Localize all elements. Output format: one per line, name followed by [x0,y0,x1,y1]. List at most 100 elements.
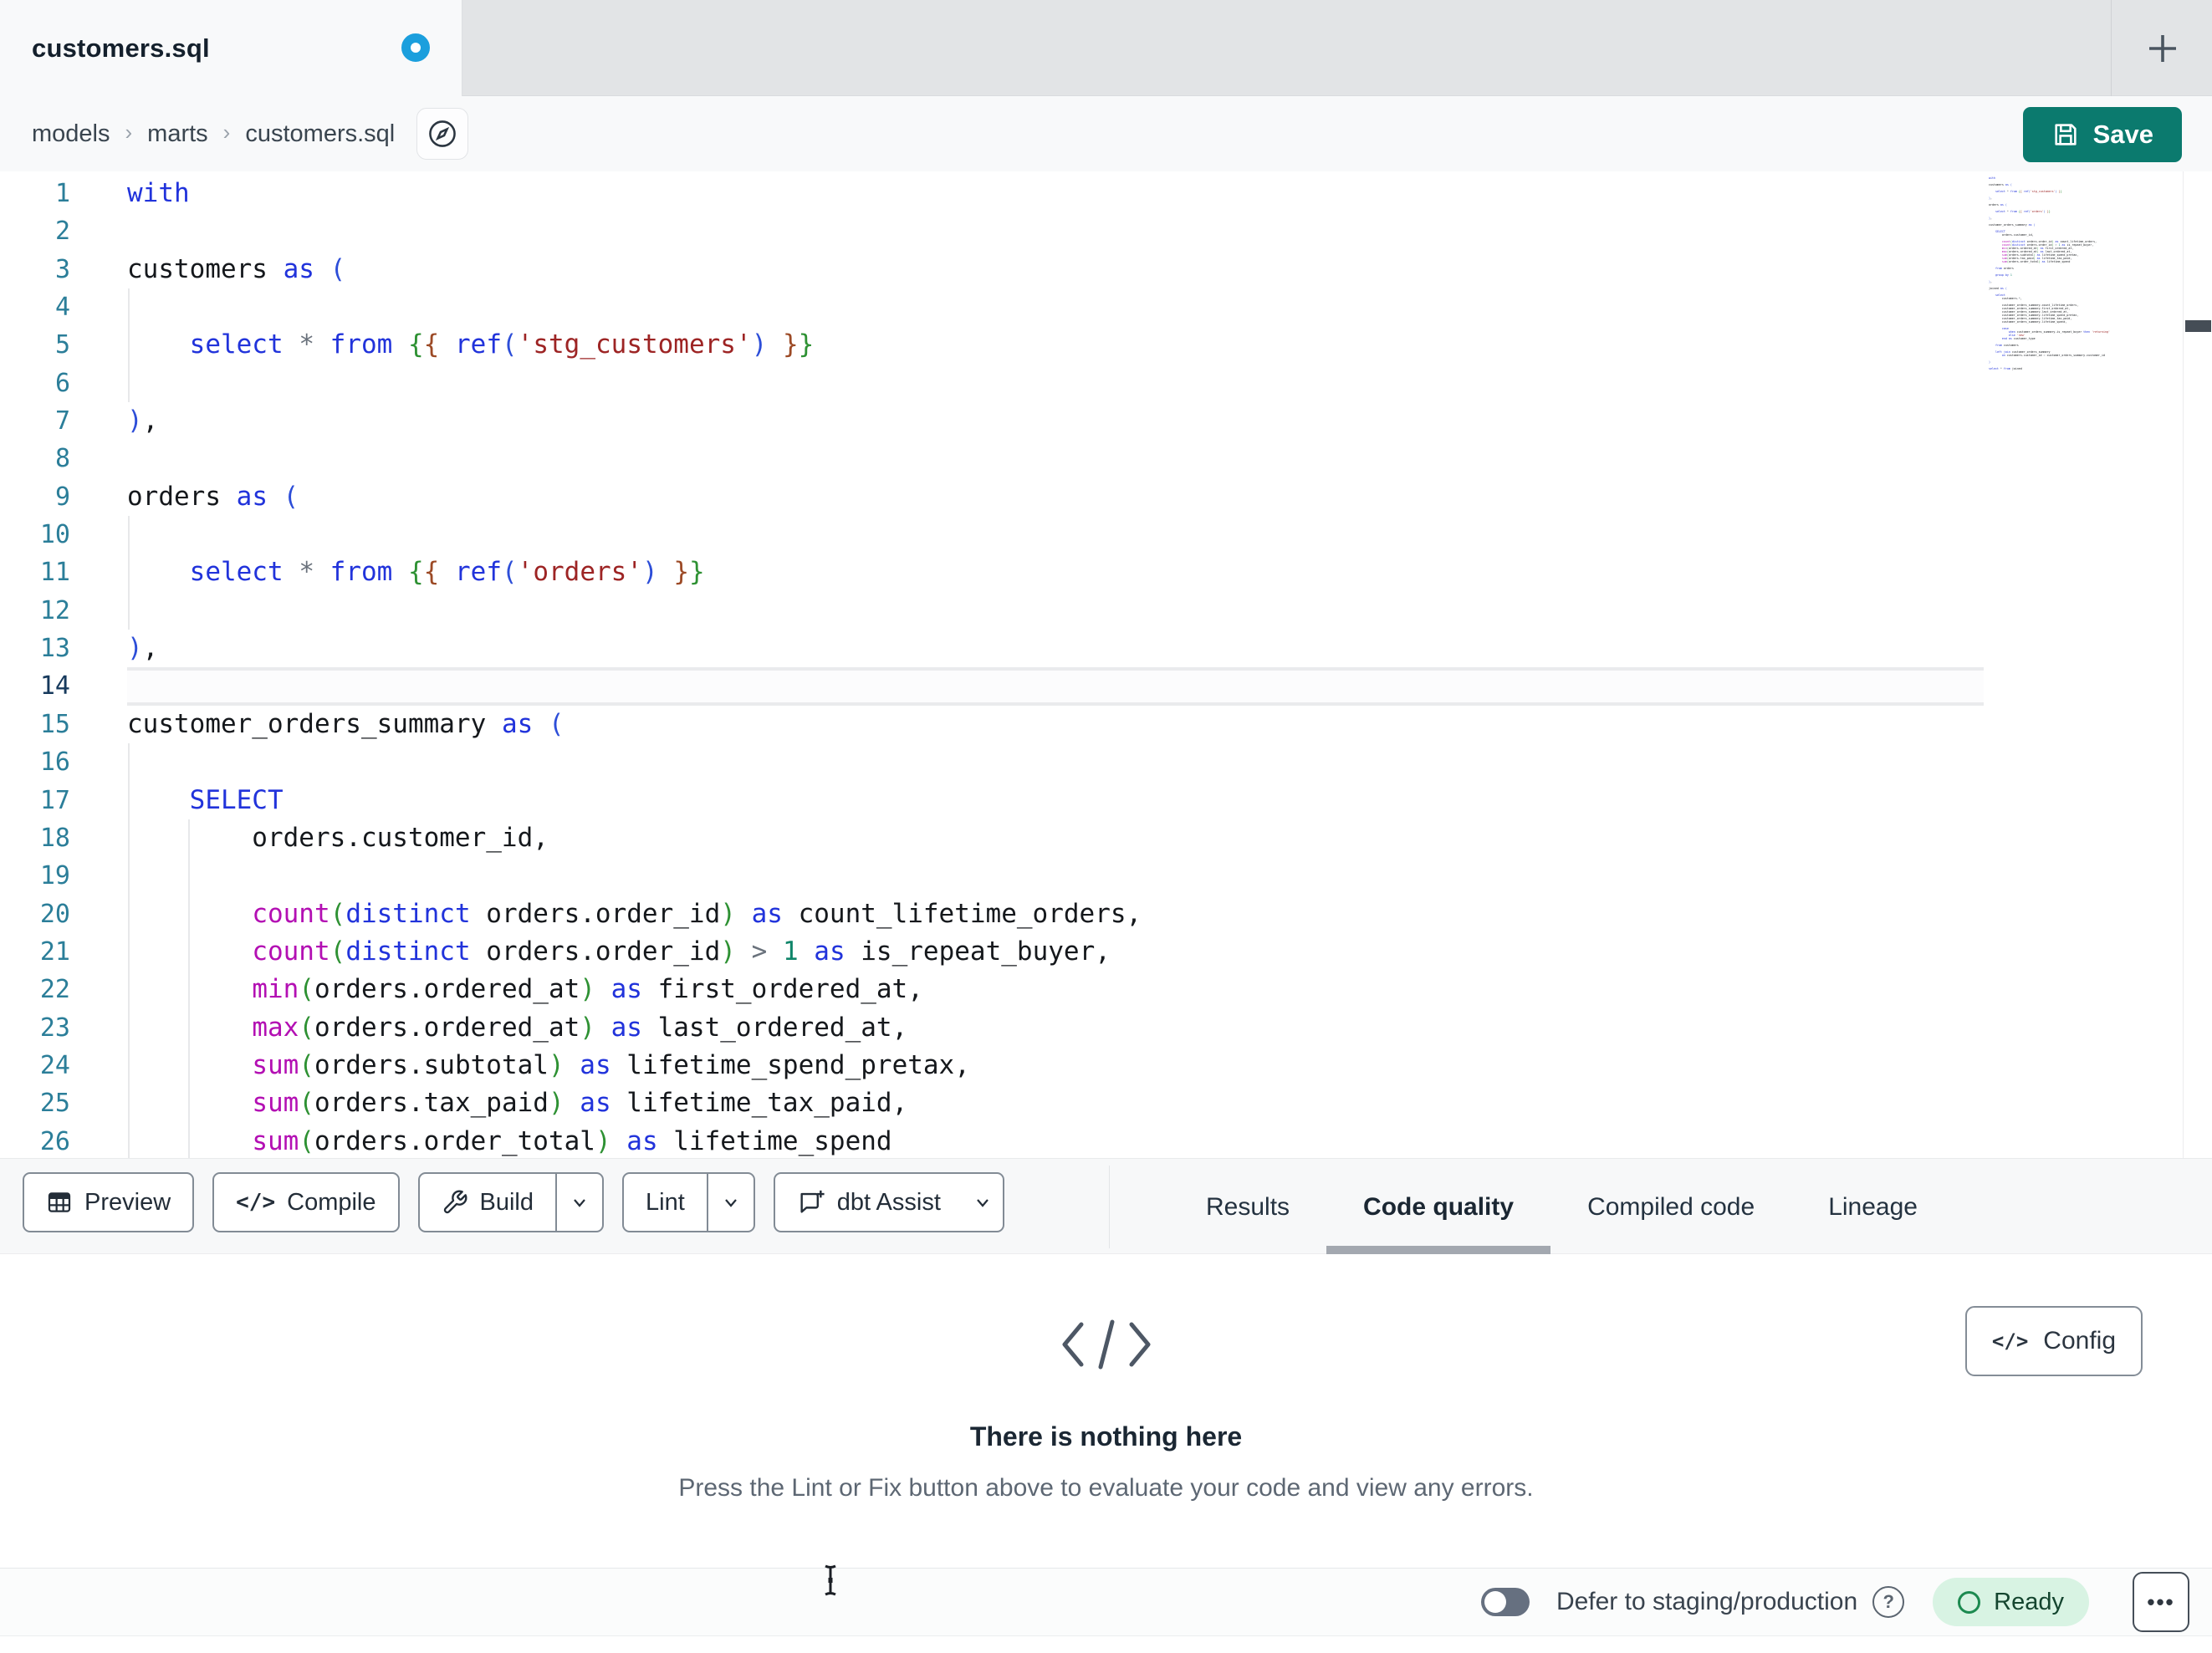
help-icon[interactable]: ? [1872,1586,1905,1618]
code-line[interactable]: 4 [0,288,1989,326]
line-number[interactable]: 7 [0,402,70,440]
code-line[interactable]: 23 max(orders.ordered_at) as last_ordere… [0,1009,1989,1047]
line-number[interactable]: 17 [0,782,70,819]
preview-button[interactable]: Preview [23,1172,195,1232]
line-number[interactable]: 8 [0,440,70,477]
line-number[interactable]: 26 [0,1123,70,1158]
line-number[interactable]: 13 [0,630,70,667]
line-number[interactable]: 22 [0,971,70,1008]
code-line[interactable]: 21 count(distinct orders.order_id) > 1 a… [0,933,1989,971]
line-number[interactable]: 23 [0,1009,70,1047]
code-token: orders.customer_id, [127,822,549,853]
line-number[interactable]: 10 [0,516,70,554]
code-line[interactable]: 12 [0,592,1989,630]
empty-state-subtitle: Press the Lint or Fix button above to ev… [678,1474,1534,1502]
explore-lineage-button[interactable] [416,108,469,160]
code-line[interactable]: 5 select * from {{ ref('stg_customers') … [0,326,1989,364]
line-number[interactable]: 9 [0,478,70,516]
line-number[interactable]: 19 [0,857,70,895]
code-line[interactable]: 9 orders as ( [0,478,1989,516]
line-number[interactable]: 3 [0,251,70,288]
build-button[interactable]: Build [417,1172,604,1232]
breadcrumb-marts[interactable]: marts [147,120,208,148]
lint-dropdown-toggle[interactable] [706,1174,754,1231]
line-number[interactable]: 24 [0,1047,70,1084]
code-token: as [283,253,314,284]
code-line[interactable]: 20 count(distinct orders.order_id) as co… [0,895,1989,933]
code-token: min [252,974,299,1005]
code-token: } [2060,190,2062,193]
line-number[interactable]: 20 [0,895,70,933]
code-line[interactable]: 15 customer_orders_summary as ( [0,706,1989,743]
line-number[interactable]: 4 [0,288,70,326]
breadcrumb-customers-sql[interactable]: customers.sql [245,120,395,148]
code-token: from [330,557,393,588]
dbt-assist-dropdown-toggle[interactable] [963,1174,1003,1231]
line-number[interactable]: 15 [0,706,70,743]
line-number[interactable]: 18 [0,819,70,857]
code-editor[interactable]: 1 with 2 3 customers as (4 5 select * from {{… [0,171,2212,1158]
line-number[interactable]: 11 [0,554,70,591]
line-number[interactable]: 21 [0,933,70,971]
line-number[interactable]: 14 [0,667,70,705]
editor-scrollbar[interactable] [2183,171,2212,1158]
code-token: customer_type [2011,337,2036,340]
save-button[interactable]: Save [2022,107,2182,162]
code-line[interactable]: 2 [0,212,1989,250]
code-line[interactable]: 17 SELECT [0,782,1989,819]
code-line[interactable]: 1 with [0,175,1989,212]
build-dropdown-toggle[interactable] [555,1174,602,1231]
save-floppy-icon [2054,124,2077,145]
code-line[interactable]: 25 sum(orders.tax_paid) as lifetime_tax_… [0,1084,1989,1122]
tab-lineage[interactable]: Lineage [1791,1159,1954,1255]
code-line[interactable]: 14 [0,667,1989,707]
code-line[interactable]: 7), [0,402,1989,440]
code-line[interactable]: 22 min(orders.ordered_at) as first_order… [0,971,1989,1008]
code-token: , [1990,196,1992,200]
editor-minimap[interactable]: with customers as ( select * from {{ ref(… [1989,176,2181,1153]
code-line[interactable]: 6 [0,365,1989,402]
code-line[interactable]: 3 customers as ( [0,251,1989,288]
code-token: sum [252,1049,299,1080]
tab-results[interactable]: Results [1169,1159,1326,1255]
dbt-assist-button[interactable]: dbt Assist [773,1172,1004,1232]
code-token: ) [1989,360,1990,364]
code-text: customers as ( [70,251,1989,288]
code-line[interactable]: 13), [0,630,1989,667]
build-main[interactable]: Build [420,1174,556,1231]
line-number[interactable]: 16 [0,743,70,781]
tab-customers-sql[interactable]: customers.sql [0,0,462,97]
line-number[interactable]: 12 [0,592,70,630]
code-line[interactable]: 10 [0,516,1989,554]
code-token: first_ordered_at, [641,974,923,1005]
overflow-menu-button[interactable]: ••• [2133,1572,2189,1632]
code-line[interactable]: 24 sum(orders.subtotal) as lifetime_spen… [0,1047,1989,1084]
code-token: 1 [2010,273,2012,277]
lint-button[interactable]: Lint [622,1172,755,1232]
code-line[interactable]: 16 [0,743,1989,781]
tab-code-quality[interactable]: Code quality [1326,1159,1551,1255]
tab-compiled-code[interactable]: Compiled code [1550,1159,1791,1255]
compile-button[interactable]: </> Compile [212,1172,400,1232]
code-line[interactable]: 26 sum(orders.order_total) as lifetime_s… [0,1123,1989,1158]
lint-main[interactable]: Lint [624,1174,707,1231]
scrollbar-thumb[interactable] [2185,320,2211,332]
code-line[interactable]: 11 select * from {{ ref('orders') }} [0,554,1989,591]
line-number[interactable]: 6 [0,365,70,402]
line-number[interactable]: 5 [0,326,70,364]
line-number[interactable]: 25 [0,1084,70,1122]
code-line[interactable]: 18 orders.customer_id, [0,819,1989,857]
code-line[interactable]: 8 [0,440,1989,477]
code-line[interactable]: 19 [0,857,1989,895]
defer-toggle[interactable] [1480,1588,1530,1616]
config-button[interactable]: </> Config [1964,1306,2143,1376]
code-text: max(orders.ordered_at) as last_ordered_a… [70,1009,1989,1047]
new-tab-button[interactable] [2129,15,2196,82]
code-token: , [1990,217,1992,220]
line-number[interactable]: 1 [0,175,70,212]
line-number[interactable]: 2 [0,212,70,250]
breadcrumb-models[interactable]: models [32,120,110,148]
